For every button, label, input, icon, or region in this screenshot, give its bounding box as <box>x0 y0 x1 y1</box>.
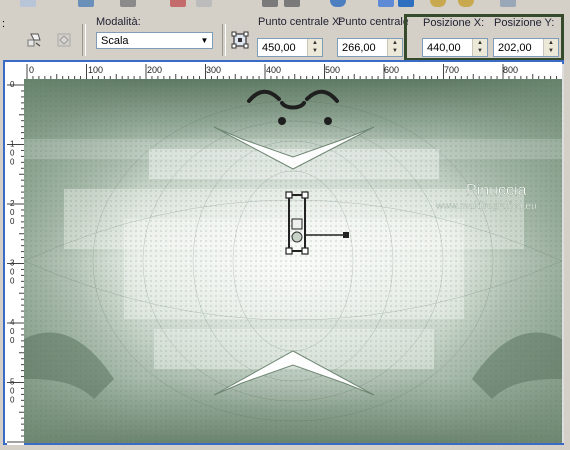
mode-dropdown[interactable]: Scala ▼ <box>96 32 213 49</box>
vertical-ruler-ticks: 0100200300400500 <box>7 80 24 443</box>
center-x-spinbox[interactable]: 450,00 ▲ ▼ <box>257 38 323 57</box>
deform-tool-button[interactable] <box>22 28 46 52</box>
h-ruler-label: 700 <box>444 65 459 75</box>
toolbar-separator <box>222 24 226 56</box>
toolbar-separator <box>82 24 86 56</box>
watermark-url: www.maidiregrafica.eu <box>435 201 537 212</box>
partial-toolbar-icon[interactable] <box>500 0 516 7</box>
horizontal-ruler-ticks: 0 100 200 300 400 500 600 700 800 <box>26 64 558 79</box>
h-ruler-label: 800 <box>503 65 518 75</box>
v-ruler-label-digit: 0 <box>10 336 15 345</box>
v-ruler-label-digit: 0 <box>10 387 15 396</box>
spin-up-icon[interactable]: ▲ <box>388 39 402 47</box>
reset-transform-button[interactable] <box>52 28 76 52</box>
center-x-value: 450,00 <box>262 42 296 54</box>
v-ruler-label-digit: 1 <box>10 140 15 149</box>
partial-toolbar-icon[interactable] <box>170 0 186 7</box>
image-canvas[interactable]: Pinuccia www.maidiregrafica.eu <box>24 79 562 443</box>
v-ruler-label-digit: 0 <box>10 217 15 226</box>
canvas-edge <box>562 64 564 443</box>
v-ruler-label-digit: 0 <box>10 327 15 336</box>
v-ruler-label-digit: 0 <box>10 208 15 217</box>
center-y-label: Punto centrale Y: <box>338 16 408 28</box>
spin-buttons[interactable]: ▲ ▼ <box>307 39 322 56</box>
partial-toolbar-icon[interactable] <box>284 0 300 7</box>
v-ruler-label-digit: 5 <box>10 378 15 387</box>
v-ruler-label-digit: 0 <box>10 80 15 89</box>
vertical-ruler: 0100200300400500 <box>7 79 24 445</box>
v-ruler-label-digit: 0 <box>10 158 15 167</box>
document-window: 0 100 200 300 400 500 600 700 800 010020… <box>3 60 564 445</box>
center-y-value: 266,00 <box>342 42 376 54</box>
chevron-down-icon: ▼ <box>200 36 209 45</box>
v-ruler-label-digit: 0 <box>10 396 15 405</box>
watermark-title: Pinuccia <box>466 182 527 199</box>
h-ruler-label: 400 <box>266 65 281 75</box>
v-ruler-label-digit: 0 <box>10 277 15 286</box>
h-ruler-label: 500 <box>325 65 340 75</box>
h-ruler-label: 300 <box>206 65 221 75</box>
horizontal-ruler: 0 100 200 300 400 500 600 700 800 <box>24 64 562 79</box>
transform-box-icon <box>231 31 249 49</box>
truncated-label: : <box>2 18 6 30</box>
center-x-label: Punto centrale X: <box>258 16 343 28</box>
tool-options-bar: : Modalità: Scala ▼ Punto centrale X: 45 <box>0 10 570 61</box>
partial-toolbar-icon[interactable] <box>262 0 278 7</box>
h-ruler-label: 100 <box>88 65 103 75</box>
partial-toolbar-icon[interactable] <box>430 0 446 7</box>
partial-toolbar-icon[interactable] <box>458 0 474 7</box>
h-ruler-label: 200 <box>147 65 162 75</box>
v-ruler-label-digit: 0 <box>10 268 15 277</box>
partial-toolbar-icon[interactable] <box>20 0 36 7</box>
v-ruler-label-digit: 4 <box>10 318 15 327</box>
partial-toolbar-icon[interactable] <box>120 0 136 7</box>
spin-up-icon[interactable]: ▲ <box>308 39 322 47</box>
v-ruler-label-digit: 0 <box>10 149 15 158</box>
partial-toolbar-icon[interactable] <box>78 0 94 7</box>
artwork: Pinuccia www.maidiregrafica.eu <box>24 79 562 443</box>
spin-down-icon[interactable]: ▼ <box>308 47 322 55</box>
mode-label: Modalità: <box>96 16 141 28</box>
v-ruler-label-digit: 3 <box>10 259 15 268</box>
spin-down-icon[interactable]: ▼ <box>388 47 402 55</box>
partial-toolbar-icon[interactable] <box>330 0 346 7</box>
center-handle-button[interactable] <box>228 28 252 52</box>
ruler-corner <box>7 64 24 79</box>
partial-toolbar-icon[interactable] <box>398 0 414 7</box>
spin-buttons[interactable]: ▲ ▼ <box>387 39 402 56</box>
center-y-spinbox[interactable]: 266,00 ▲ ▼ <box>337 38 403 57</box>
partial-toolbar-icon[interactable] <box>378 0 394 7</box>
h-ruler-label: 0 <box>29 65 34 75</box>
h-ruler-label: 600 <box>384 65 399 75</box>
v-ruler-label-digit: 2 <box>10 199 15 208</box>
mode-value: Scala <box>101 35 129 47</box>
partial-toolbar-icon[interactable] <box>196 0 212 7</box>
deform-icon <box>27 33 41 47</box>
position-fields-highlight <box>404 14 564 61</box>
reset-icon <box>57 33 71 47</box>
